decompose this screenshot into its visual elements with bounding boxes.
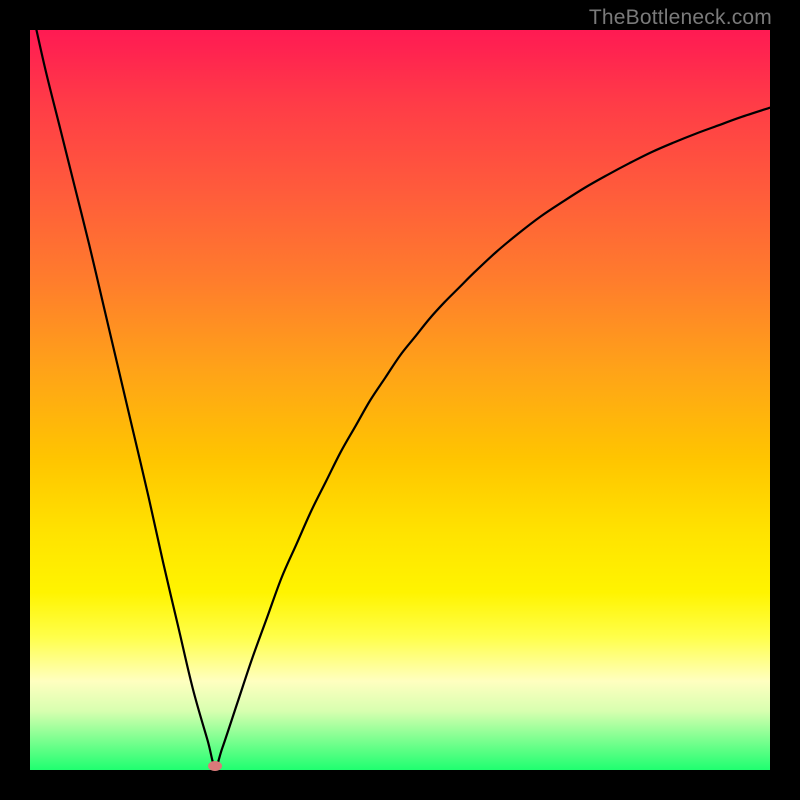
plot-area: [30, 30, 770, 770]
bottleneck-curve-svg: [30, 30, 770, 770]
chart-frame: TheBottleneck.com: [0, 0, 800, 800]
bottleneck-curve: [30, 0, 770, 766]
watermark-text: TheBottleneck.com: [589, 6, 772, 30]
optimal-point-marker: [208, 761, 222, 771]
